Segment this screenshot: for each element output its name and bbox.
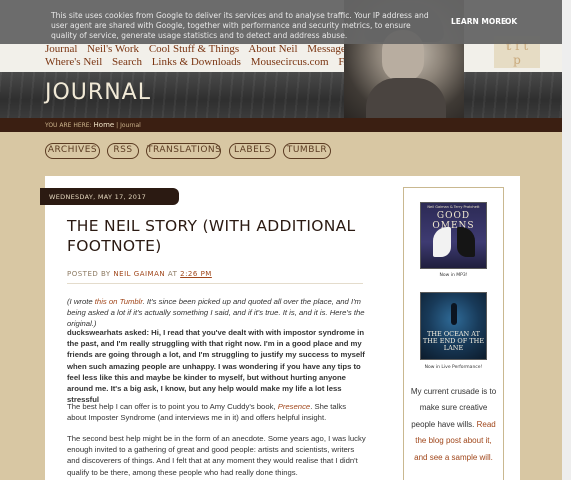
tab-tumblr[interactable]: TUMBLR xyxy=(283,143,331,159)
tab-translations[interactable]: TRANSLATIONS xyxy=(146,143,221,159)
section-title: JOURNAL xyxy=(45,80,151,105)
post-intro: (I wrote this on Tumblr. It's since been… xyxy=(67,296,367,330)
book2-title: THE OCEAN AT THE END OF THE LANE xyxy=(422,330,485,352)
nav-cool-stuff[interactable]: Cool Stuff & Things xyxy=(149,43,239,55)
nav-about-neil[interactable]: About Neil xyxy=(248,43,297,55)
post-title[interactable]: THE NEIL STORY (WITH ADDITIONAL FOOTNOTE… xyxy=(67,216,377,256)
nav-journal[interactable]: Journal xyxy=(45,43,77,55)
nav-mousecircus[interactable]: Mousecircus.com xyxy=(251,56,329,68)
ok-button[interactable]: OK xyxy=(505,17,517,27)
good-omens-cover[interactable]: Neil Gaiman & Terry Pratchett GOOD OMENS xyxy=(420,202,487,269)
post-meta: POSTED BY NEIL GAIMAN AT 2:26 PM xyxy=(67,270,212,278)
breadcrumb-sep: | xyxy=(116,122,119,129)
nav-neils-work[interactable]: Neil's Work xyxy=(87,43,139,55)
ocean-cover[interactable]: THE OCEAN AT THE END OF THE LANE xyxy=(420,292,487,360)
tab-archives[interactable]: ARCHIVES xyxy=(45,143,100,159)
post-time-link[interactable]: 2:26 PM xyxy=(180,270,212,278)
author-link[interactable]: NEIL GAIMAN xyxy=(113,270,165,278)
pinterest-icon[interactable]: p xyxy=(494,53,540,67)
breadcrumb-home[interactable]: Home xyxy=(94,121,115,129)
cookie-banner: This site uses cookies from Google to de… xyxy=(0,0,571,44)
main-nav-row2: Where's Neil Search Links & Downloads Mo… xyxy=(45,56,371,68)
book1-authors: Neil Gaiman & Terry Pratchett xyxy=(427,205,480,209)
cookie-message: This site uses cookies from Google to de… xyxy=(51,11,429,40)
meta-prefix: POSTED BY xyxy=(67,270,111,278)
intro-text: (I wrote xyxy=(67,297,95,306)
post-paragraph-2: The second best help might be in the for… xyxy=(67,434,366,477)
presence-link[interactable]: Presence xyxy=(278,402,310,411)
book1-caption: Now in MP3! xyxy=(439,273,468,278)
post-paragraph-1: The best help I can offer is to point yo… xyxy=(67,401,367,423)
meta-at: AT xyxy=(167,270,178,278)
breadcrumb-prefix: YOU ARE HERE: xyxy=(45,122,92,129)
book2-caption: Now in Live Performance! xyxy=(424,365,483,370)
learn-more-button[interactable]: LEARN MORE xyxy=(451,17,506,27)
nav-wheres-neil[interactable]: Where's Neil xyxy=(45,56,102,68)
tumblr-link[interactable]: this on Tumblr xyxy=(95,297,143,306)
nav-links-downloads[interactable]: Links & Downloads xyxy=(152,56,241,68)
tab-labels[interactable]: LABELS xyxy=(229,143,276,159)
crusade-text: My current crusade is to make sure creat… xyxy=(410,384,497,466)
book1-title: GOOD OMENS xyxy=(432,211,475,231)
p3-text: The best help I can offer is to point yo… xyxy=(67,402,278,411)
scrollbar[interactable] xyxy=(562,0,571,480)
nav-search[interactable]: Search xyxy=(112,56,142,68)
tab-rss[interactable]: RSS xyxy=(107,143,139,159)
breadcrumb-current: Journal xyxy=(120,122,141,129)
main-nav-row1: Journal Neil's Work Cool Stuff & Things … xyxy=(45,43,387,55)
breadcrumb: YOU ARE HERE: Home | Journal xyxy=(0,118,571,132)
post-question: duckswearhats asked: Hi, I read that you… xyxy=(67,328,365,405)
divider xyxy=(67,283,363,284)
post-date: WEDNESDAY, MAY 17, 2017 xyxy=(40,188,179,205)
